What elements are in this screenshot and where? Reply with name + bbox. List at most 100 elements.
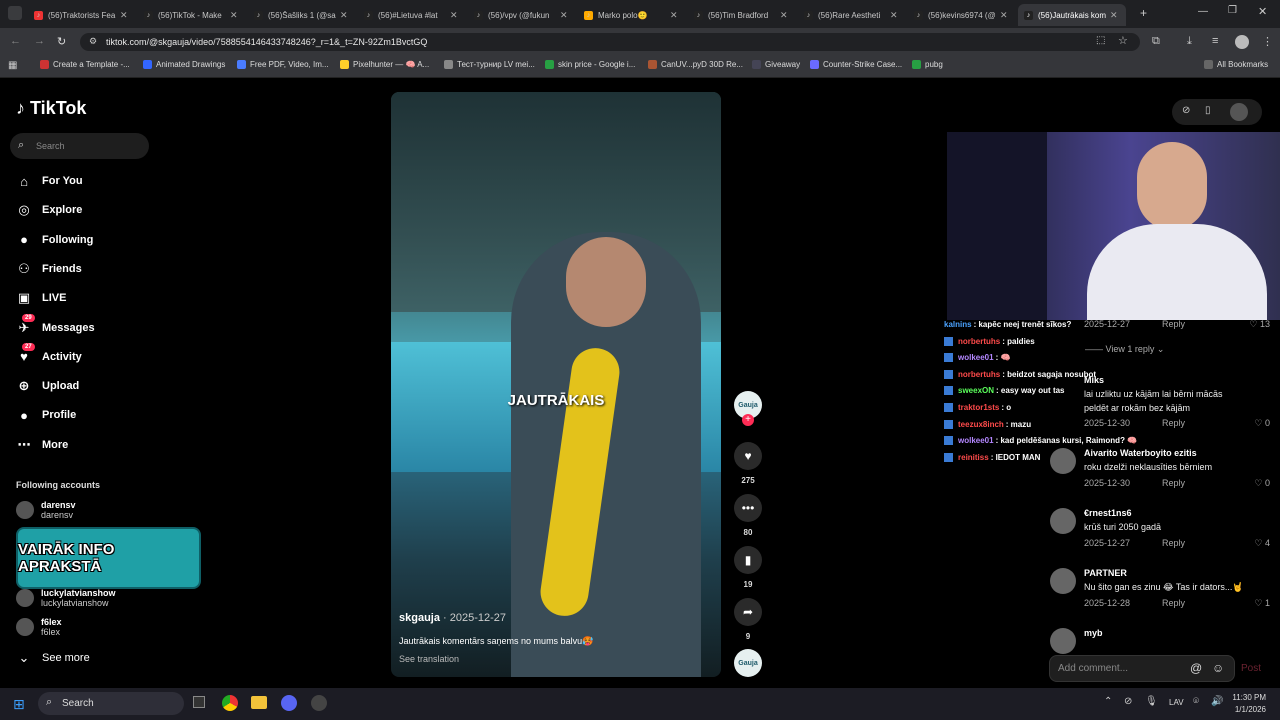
bookmark-item[interactable]: pubg bbox=[912, 60, 943, 69]
microphone-icon[interactable]: 🎙 bbox=[1145, 696, 1158, 707]
apps-grid-icon[interactable]: ▦ bbox=[8, 60, 17, 71]
creator-avatar-button[interactable]: Gauja + bbox=[734, 391, 762, 426]
tiktok-logo[interactable]: ♪ TikTok bbox=[16, 98, 86, 119]
comment-username[interactable]: myb bbox=[1084, 628, 1103, 638]
tab-close-icon[interactable]: ✕ bbox=[670, 10, 682, 21]
device-icon[interactable]: ▯ bbox=[1205, 105, 1211, 116]
avatar[interactable] bbox=[1050, 448, 1076, 474]
install-icon[interactable]: ⬚ bbox=[1096, 35, 1105, 46]
tray-chevron-icon[interactable]: ⌃ bbox=[1104, 696, 1112, 707]
nav-messages[interactable]: ✈ Messages bbox=[16, 320, 95, 336]
clock-date[interactable]: 1/1/2026 bbox=[1230, 705, 1266, 714]
tab-close-icon[interactable]: ✕ bbox=[1000, 10, 1012, 21]
input-language[interactable]: LAV bbox=[1169, 698, 1184, 707]
bookmark-star-icon[interactable]: ☆ bbox=[1118, 34, 1128, 47]
bookmark-item[interactable]: Create a Template -... bbox=[40, 60, 130, 69]
nav-live[interactable]: ▣ LIVE bbox=[16, 290, 67, 306]
comment-input[interactable]: Add comment... @ ☺ bbox=[1049, 655, 1235, 682]
network-icon[interactable]: ⌾ bbox=[1193, 696, 1199, 707]
following-account[interactable]: f6lex f6lex bbox=[16, 617, 62, 637]
nav-explore[interactable]: ◎ Explore bbox=[16, 202, 82, 218]
discord-icon[interactable] bbox=[281, 695, 297, 711]
browser-tab[interactable]: ♪ (56)#Lietuva #lat ✕ bbox=[358, 4, 466, 26]
reply-button[interactable]: Reply bbox=[1162, 418, 1185, 428]
tab-search-icon[interactable] bbox=[8, 6, 22, 20]
restore-icon[interactable]: ❐ bbox=[1228, 5, 1237, 16]
see-translation-link[interactable]: See translation bbox=[399, 654, 459, 664]
avatar[interactable] bbox=[1050, 628, 1076, 654]
back-icon[interactable]: ← bbox=[10, 35, 21, 47]
reply-button[interactable]: Reply bbox=[1162, 478, 1185, 488]
bookmark-item[interactable]: Counter-Strike Case... bbox=[810, 60, 902, 69]
bookmark-item[interactable]: skin price - Google i... bbox=[545, 60, 635, 69]
comment-username[interactable]: PARTNER bbox=[1084, 568, 1127, 578]
bookmark-item[interactable]: Free PDF, Video, Im... bbox=[237, 60, 329, 69]
post-button[interactable]: Post bbox=[1241, 663, 1261, 674]
avatar[interactable] bbox=[1050, 508, 1076, 534]
media-control-icon[interactable]: ≡ bbox=[1212, 35, 1218, 47]
like-button[interactable]: ♥ 275 bbox=[734, 442, 762, 485]
reply-button[interactable]: Reply bbox=[1162, 319, 1185, 329]
comment-username[interactable]: Aivarito Waterboyito ezitis bbox=[1084, 448, 1197, 458]
comment-button[interactable]: ••• 80 bbox=[734, 494, 762, 537]
view-replies-button[interactable]: —— View 1 reply ⌄ bbox=[1085, 344, 1164, 355]
profile-avatar-icon[interactable] bbox=[1235, 35, 1249, 49]
windows-start-icon[interactable]: ⊞ bbox=[13, 696, 25, 713]
browser-tab[interactable]: ♪ (56)kevins6974 (@ ✕ bbox=[908, 4, 1016, 26]
reload-icon[interactable]: ↻ bbox=[57, 35, 66, 48]
bookmark-item[interactable]: Pixelhunter — 🧠 A... bbox=[340, 60, 429, 69]
tab-close-icon[interactable]: ✕ bbox=[120, 10, 132, 21]
browser-tab[interactable]: ♪ (56)Jautrākais kom ✕ bbox=[1018, 4, 1126, 26]
see-more-button[interactable]: ⌄ See more bbox=[16, 650, 90, 666]
comment-like-button[interactable]: ♡ 4 bbox=[1254, 538, 1270, 549]
browser-tab[interactable]: ♪ (56)Tim Bradford ✕ bbox=[688, 4, 796, 26]
comment-like-button[interactable]: ♡ 1 bbox=[1254, 598, 1270, 609]
download-icon[interactable]: ⤓ bbox=[1187, 35, 1192, 48]
music-disc-button[interactable]: Gauja bbox=[734, 649, 762, 677]
bookmark-item[interactable]: Animated Drawings bbox=[143, 60, 225, 69]
mention-icon[interactable]: @ bbox=[1190, 661, 1202, 675]
nav-friends[interactable]: ⚇ Friends bbox=[16, 261, 82, 277]
clock-time[interactable]: 11:30 PM bbox=[1230, 693, 1266, 702]
file-explorer-icon[interactable] bbox=[251, 696, 267, 709]
taskbar-search[interactable]: ⌕ Search bbox=[38, 692, 184, 715]
browser-tab[interactable]: ♪ (56)Traktorists Fea ✕ bbox=[28, 4, 136, 26]
nav-more[interactable]: ⋯ More bbox=[16, 437, 69, 453]
tray-app-icon[interactable]: ⊘ bbox=[1124, 696, 1132, 707]
new-tab-icon[interactable]: + bbox=[1140, 6, 1147, 20]
all-bookmarks-button[interactable]: All Bookmarks bbox=[1204, 60, 1268, 69]
nav-activity[interactable]: ♥ Activity bbox=[16, 349, 82, 365]
bookmark-item[interactable]: CanUV...pyD 30D Re... bbox=[648, 60, 743, 69]
tab-close-icon[interactable]: ✕ bbox=[340, 10, 352, 21]
following-account[interactable]: luckylatvianshow luckylatvianshow bbox=[16, 588, 116, 608]
video-player[interactable]: JAUTRĀKAIS skgauja · 2025-12-27 Jautrāka… bbox=[391, 92, 721, 677]
browser-tab[interactable]: ♪ (56)Rare Aestheti ✕ bbox=[798, 4, 906, 26]
url-bar[interactable]: ⚙ tiktok.com/@skgauja/video/758855414643… bbox=[80, 33, 1140, 51]
tab-close-icon[interactable]: ✕ bbox=[450, 10, 462, 21]
nav-for-you[interactable]: ⌂ For You bbox=[16, 173, 82, 189]
extensions-icon[interactable]: ⧉ bbox=[1152, 35, 1160, 48]
share-button[interactable]: ➦ 9 bbox=[734, 598, 762, 641]
at-icon[interactable]: ⊘ bbox=[1182, 105, 1190, 116]
forward-icon[interactable]: → bbox=[34, 35, 45, 47]
tab-close-icon[interactable]: ✕ bbox=[780, 10, 792, 21]
volume-icon[interactable]: 🔊 bbox=[1211, 696, 1223, 707]
chrome-menu-icon[interactable]: ⋮ bbox=[1262, 35, 1273, 48]
obs-icon[interactable] bbox=[311, 695, 327, 711]
chrome-taskbar-icon[interactable] bbox=[222, 695, 238, 711]
video-author-link[interactable]: skgauja · 2025-12-27 bbox=[399, 612, 506, 624]
nav-following[interactable]: ● Following bbox=[16, 232, 93, 248]
bookmark-item[interactable]: Giveaway bbox=[752, 60, 800, 69]
tab-close-icon[interactable]: ✕ bbox=[1110, 10, 1122, 21]
nav-profile[interactable]: ● Profile bbox=[16, 407, 76, 423]
browser-tab[interactable]: ♪ Marko polo🙂 ✕ bbox=[578, 4, 686, 26]
tab-close-icon[interactable]: ✕ bbox=[230, 10, 242, 21]
reply-button[interactable]: Reply bbox=[1162, 598, 1185, 608]
comment-like-button[interactable]: ♡ 0 bbox=[1254, 478, 1270, 489]
site-info-icon[interactable]: ⚙ bbox=[89, 36, 97, 47]
comment-like-button[interactable]: ♡ 0 bbox=[1254, 418, 1270, 429]
browser-tab[interactable]: ♪ (56)TikTok - Make ✕ bbox=[138, 4, 246, 26]
tab-close-icon[interactable]: ✕ bbox=[890, 10, 902, 21]
close-window-icon[interactable]: ✕ bbox=[1258, 5, 1267, 18]
following-account[interactable]: darensv darensv bbox=[16, 500, 76, 520]
